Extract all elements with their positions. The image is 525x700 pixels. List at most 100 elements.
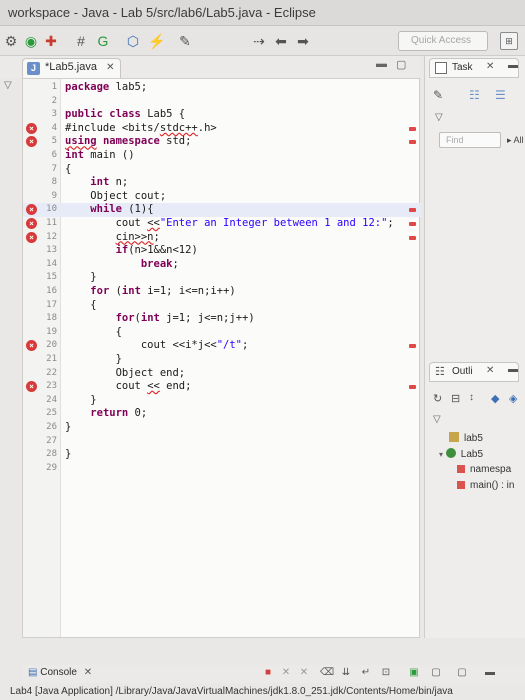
code-text: #include <bits/stdc++.h> <box>65 121 217 134</box>
pin-console-icon[interactable]: ⊡ <box>380 667 392 679</box>
error-marker-icon[interactable]: × <box>26 136 37 148</box>
terminate-icon[interactable]: ■ <box>262 667 274 679</box>
outline-tab[interactable]: ☷ Outli ✕ ▬ <box>429 362 519 382</box>
code-line[interactable]: 8 int n; <box>23 176 421 190</box>
close-icon[interactable]: ✕ <box>106 62 114 73</box>
code-line[interactable]: 3 public class Lab5 { <box>23 108 421 122</box>
clear-console-icon[interactable]: ⌫ <box>320 667 334 679</box>
outline-item-class[interactable]: ▾ Lab5 <box>439 448 483 460</box>
code-line[interactable]: 7{ <box>23 163 421 177</box>
error-marker-icon[interactable]: × <box>26 218 37 229</box>
code-line[interactable]: × 10 while (1){ <box>23 203 421 217</box>
code-line[interactable]: 26} <box>23 421 421 435</box>
error-marker-icon[interactable]: × <box>26 231 37 243</box>
search-icon[interactable]: ⚡ <box>148 32 166 50</box>
outline-item-main[interactable]: main() : in <box>457 480 514 491</box>
new-project-icon[interactable]: # <box>72 32 90 50</box>
console-tab[interactable]: ▤ Console ✕ <box>28 667 92 678</box>
code-line[interactable]: × 12 cin>>n; <box>23 231 421 245</box>
debug-icon[interactable]: ◉ <box>22 32 40 50</box>
code-line[interactable]: × 20 cout <<i*j<<"/t"; <box>23 339 421 353</box>
outline-item-package[interactable]: lab5 <box>449 432 483 444</box>
chevron-down-icon[interactable]: ▽ <box>435 112 443 123</box>
code-line[interactable]: × 23 cout << end; <box>23 380 421 394</box>
run-icon[interactable]: ✚ <box>42 32 60 50</box>
code-line[interactable]: 9 Object cout; <box>23 190 421 204</box>
new-class-icon[interactable]: G <box>94 32 112 50</box>
minimize-icon[interactable]: ▬ <box>376 58 387 70</box>
error-marker-icon[interactable]: × <box>26 122 37 134</box>
code-line[interactable]: 25 return 0; <box>23 407 421 421</box>
scroll-lock-icon[interactable]: ⇊ <box>340 667 352 679</box>
back-icon[interactable]: ⬅ <box>272 32 290 50</box>
code-line[interactable]: 18 for(int j=1; j<=n;j++) <box>23 312 421 326</box>
external-tools-icon[interactable]: ⚙ <box>2 32 20 50</box>
close-icon[interactable]: ✕ <box>84 667 92 678</box>
outline-item-namespace[interactable]: namespa <box>457 464 511 475</box>
code-line[interactable]: 15 } <box>23 271 421 285</box>
categorize-icon[interactable]: ☷ <box>469 88 480 102</box>
chevron-down-icon[interactable]: ▽ <box>4 80 12 91</box>
code-editor[interactable]: 1 package lab5; 2 3 public class Lab5 {× 4 #in… <box>22 78 421 638</box>
overview-error-mark[interactable] <box>409 140 416 145</box>
overview-error-mark[interactable] <box>409 126 416 131</box>
quick-access-input[interactable]: Quick Access <box>398 31 488 51</box>
minimize-icon[interactable]: ▬ <box>508 60 518 71</box>
code-line[interactable]: 2 <box>23 95 421 109</box>
error-marker-icon[interactable]: × <box>26 340 37 352</box>
error-marker-icon[interactable]: × <box>26 381 37 393</box>
new-console-icon[interactable]: ▢ <box>456 667 468 679</box>
chevron-down-icon[interactable]: ▽ <box>433 414 441 425</box>
remove-all-icon[interactable]: ✕ <box>298 667 310 679</box>
code-line[interactable]: 17 { <box>23 299 421 313</box>
word-wrap-icon[interactable]: ↵ <box>360 667 372 679</box>
code-line[interactable]: 6 int main () <box>23 149 421 163</box>
overview-error-mark[interactable] <box>409 222 416 226</box>
error-marker-icon[interactable]: × <box>26 204 37 216</box>
line-number: 14 <box>46 258 57 269</box>
all-filter-label[interactable]: ▸ All <box>507 135 524 146</box>
code-line[interactable]: × 11 cout <<"Enter an Integer between 1 a… <box>23 217 421 231</box>
code-line[interactable]: 16 for (int i=1; i<=n;i++) <box>23 285 421 299</box>
remove-launch-icon[interactable]: ✕ <box>280 667 292 679</box>
code-line[interactable]: 13 if(n>1&&n<12) <box>23 244 421 258</box>
open-console-icon[interactable]: ▣ <box>408 667 420 679</box>
code-line[interactable]: 1 package lab5; <box>23 81 421 95</box>
annotation-icon[interactable]: ✎ <box>176 32 194 50</box>
overview-error-mark[interactable] <box>409 344 416 349</box>
close-icon[interactable]: ✕ <box>486 365 494 376</box>
new-task-icon[interactable]: ✎ <box>433 88 443 102</box>
overview-error-mark[interactable] <box>409 235 416 240</box>
filter-icon[interactable]: ☰ <box>495 88 506 102</box>
next-edit-icon[interactable]: ⇢ <box>250 32 268 50</box>
close-icon[interactable]: ✕ <box>486 61 494 72</box>
perspective-icon[interactable]: ⊞ <box>500 32 518 50</box>
code-line[interactable]: 29 <box>23 462 421 476</box>
overview-error-mark[interactable] <box>409 208 416 213</box>
hide-static-icon[interactable]: ◈ <box>509 392 517 405</box>
forward-icon[interactable]: ➡ <box>294 32 312 50</box>
maximize-icon[interactable]: ▢ <box>396 58 406 71</box>
sort-icon[interactable]: ↕ <box>469 392 474 403</box>
code-line[interactable]: 19 { <box>23 326 421 340</box>
code-line[interactable]: 14 break; <box>23 258 421 272</box>
editor-tab-lab5[interactable]: J *Lab5.java ✕ <box>22 58 122 78</box>
code-line[interactable]: 22 Object end; <box>23 367 421 381</box>
find-input[interactable]: Find <box>439 132 501 148</box>
open-type-icon[interactable]: ⬡ <box>124 32 142 50</box>
code-line[interactable]: 27 <box>23 435 421 449</box>
code-line[interactable]: 21 } <box>23 353 421 367</box>
code-line[interactable]: × 5 using namespace std; <box>23 135 421 149</box>
code-line[interactable]: 28} <box>23 448 421 462</box>
code-text: cout <<"Enter an Integer between 1 and 1… <box>65 217 394 229</box>
sync-icon[interactable]: ↻ <box>433 392 442 405</box>
code-line[interactable]: 24 } <box>23 394 421 408</box>
minimize-icon[interactable]: ▬ <box>484 667 496 679</box>
task-list-tab[interactable]: Task ✕ ▬ <box>429 58 519 78</box>
display-selected-icon[interactable]: ▢ <box>430 667 442 679</box>
collapse-all-icon[interactable]: ⊟ <box>451 392 460 405</box>
hide-fields-icon[interactable]: ◆ <box>491 392 499 405</box>
overview-error-mark[interactable] <box>409 385 416 390</box>
minimize-icon[interactable]: ▬ <box>508 364 518 375</box>
code-line[interactable]: × 4 #include <bits/stdc++.h> <box>23 122 421 136</box>
